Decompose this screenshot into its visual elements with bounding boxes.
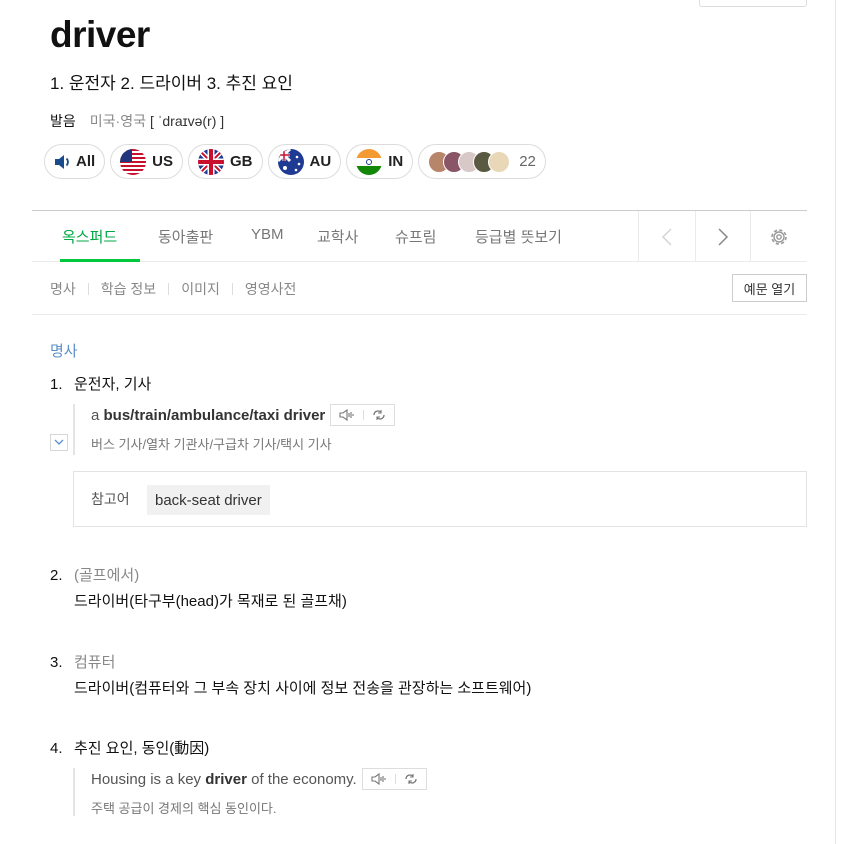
example-tools — [361, 768, 427, 790]
sense-title: 운전자, 기사 — [74, 376, 152, 393]
example-text: a — [91, 406, 104, 424]
sense-definition: 드라이버(타구부(head)가 목재로 된 골프채) — [74, 593, 347, 610]
right-divider — [835, 0, 836, 844]
sense-number: 4. — [50, 740, 63, 757]
example-keyword: bus/train/ambulance/taxi driver — [103, 406, 326, 424]
section-nav-english-dict[interactable]: 영영사전 — [245, 279, 297, 299]
sense-domain: (골프에서) — [74, 567, 140, 584]
avatar — [488, 150, 511, 173]
sense-number: 3. — [50, 654, 63, 671]
settings-button[interactable] — [750, 211, 807, 262]
example-korean: 주택 공급이 경제의 핵심 동인이다. — [91, 801, 277, 816]
example-text: of the economy. — [246, 770, 357, 788]
audio-icon[interactable] — [339, 409, 355, 421]
tab-kyohak[interactable]: 교학사 — [317, 226, 358, 247]
audio-chip-label: US — [152, 153, 174, 170]
sense-number: 1. — [50, 376, 63, 393]
example-english: Housing is a key driver of the economy. — [91, 768, 427, 790]
tab-supreme[interactable]: 슈프림 — [395, 226, 436, 247]
pron-label: 발음 — [50, 113, 76, 129]
repeat-icon[interactable] — [372, 409, 386, 421]
divider — [231, 283, 233, 295]
part-of-speech: 명사 — [50, 343, 78, 360]
in-flag-icon — [356, 148, 383, 175]
expand-examples-toggle[interactable] — [50, 434, 68, 451]
tab-prev-button[interactable] — [638, 211, 695, 262]
chevron-down-icon — [54, 439, 64, 445]
section-nav-learning[interactable]: 학습 정보 — [101, 279, 156, 299]
entry-word: driver — [50, 14, 150, 55]
section-nav-noun[interactable]: 명사 — [50, 279, 76, 299]
sense-definition: 드라이버(컴퓨터와 그 부속 장치 사이에 정보 전송을 관장하는 소프트웨어) — [74, 680, 532, 697]
sense-title: 추진 요인, 동인(動因) — [74, 740, 210, 757]
au-flag-icon — [277, 148, 304, 175]
example-english: a bus/train/ambulance/taxi driver — [91, 404, 396, 426]
tab-next-button[interactable] — [695, 211, 750, 262]
example-bar — [73, 404, 75, 455]
chevron-left-icon — [661, 227, 672, 246]
reference-label: 참고어 — [91, 491, 130, 507]
sense-1: 1. 운전자, 기사 — [50, 373, 151, 394]
audio-gb-button[interactable]: GB — [188, 144, 263, 179]
audio-au-button[interactable]: AU — [267, 144, 342, 179]
open-examples-button[interactable]: 예문 열기 — [732, 274, 807, 302]
example-keyword: driver — [205, 770, 247, 788]
audio-chip-label: IN — [388, 153, 404, 170]
entry-meanings: 1. 운전자 2. 드라이버 3. 추진 요인 — [50, 74, 293, 93]
example-korean: 버스 기사/열차 기관사/구급차 기사/택시 기사 — [91, 437, 332, 452]
chevron-right-icon — [718, 227, 729, 246]
pron-ipa: [ ˈdraɪvə(r) ] — [149, 113, 225, 129]
example-bar — [73, 768, 75, 816]
sense-2: 2. (골프에서) — [50, 564, 139, 585]
divider — [363, 410, 365, 420]
audio-chip-label: GB — [230, 153, 253, 170]
audio-all-button[interactable]: All — [44, 144, 106, 179]
user-avatars — [428, 150, 511, 173]
section-nav-images[interactable]: 이미지 — [181, 279, 220, 299]
repeat-icon[interactable] — [404, 773, 418, 785]
tab-donga[interactable]: 동아출판 — [158, 226, 213, 247]
pronunciation-row: 발음 미국·영국 [ ˈdraɪvə(r) ] — [50, 111, 224, 131]
reference-box: 참고어 back-seat driver — [73, 471, 807, 527]
active-tab-indicator — [60, 259, 140, 262]
section-nav: 명사 학습 정보 이미지 영영사전 — [50, 279, 296, 299]
sense-4: 4. 추진 요인, 동인(動因) — [50, 737, 209, 758]
sense-number: 2. — [50, 567, 63, 584]
gear-icon — [771, 228, 787, 245]
audio-chip-label: All — [76, 153, 96, 170]
audio-us-button[interactable]: US — [110, 144, 184, 179]
us-flag-icon — [120, 148, 147, 175]
audio-chips: All US GB AU IN 22 — [44, 144, 546, 179]
user-pron-count: 22 — [519, 153, 536, 170]
divider — [394, 774, 396, 784]
gb-flag-icon — [198, 148, 225, 175]
tab-ybm[interactable]: YBM — [251, 226, 284, 243]
user-pronunciations-button[interactable]: 22 — [418, 144, 546, 179]
tab-oxford[interactable]: 옥스퍼드 — [62, 226, 117, 247]
divider — [87, 283, 89, 295]
reference-word-link[interactable]: back-seat driver — [147, 485, 270, 515]
audio-chip-label: AU — [309, 153, 332, 170]
dictionary-tabs: 옥스퍼드 동아출판 YBM 교학사 슈프림 등급별 뜻보기 — [32, 210, 807, 262]
sense-3: 3. 컴퓨터 — [50, 651, 115, 672]
divider — [168, 283, 170, 295]
tab-level-meaning[interactable]: 등급별 뜻보기 — [475, 226, 562, 247]
sense-domain: 컴퓨터 — [74, 654, 116, 671]
speaker-icon — [55, 154, 69, 169]
audio-icon[interactable] — [371, 773, 387, 785]
divider — [32, 314, 807, 315]
top-partial-box — [699, 0, 807, 7]
example-text: Housing is a key — [91, 770, 206, 788]
pron-region: 미국·영국 — [89, 113, 146, 129]
example-tools — [330, 404, 396, 426]
audio-in-button[interactable]: IN — [346, 144, 414, 179]
